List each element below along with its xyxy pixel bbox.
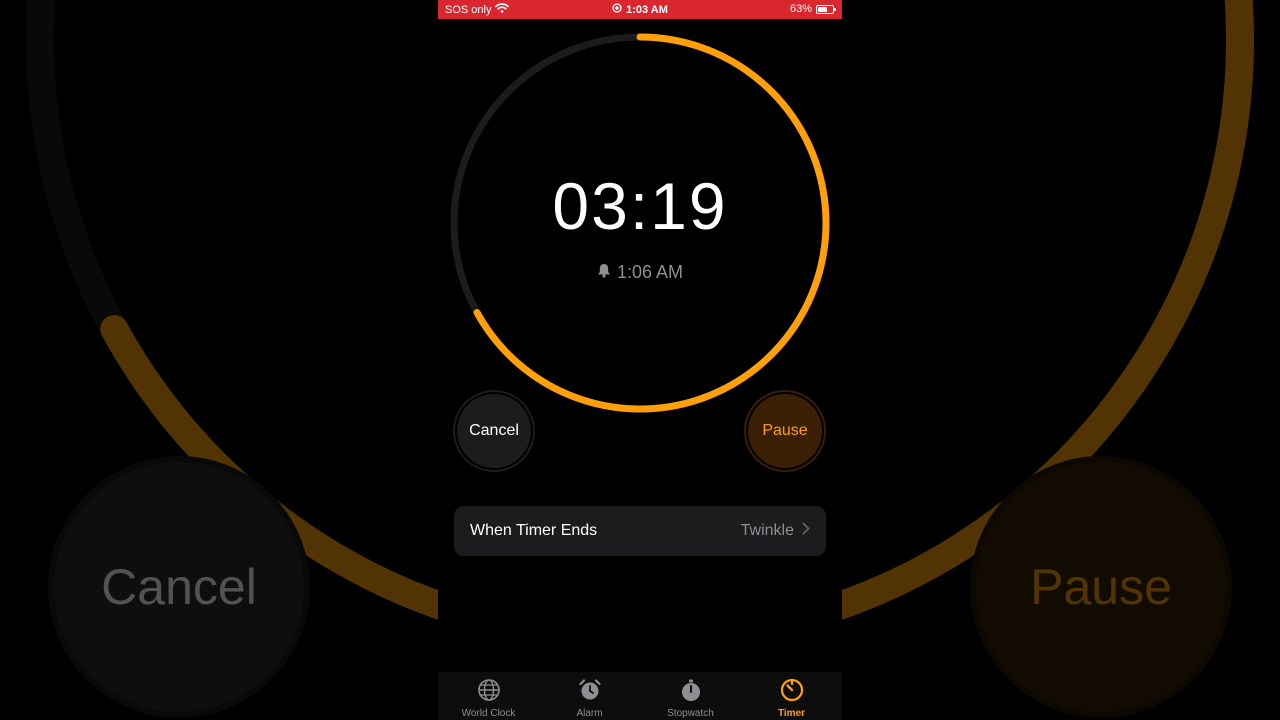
bell-icon [597,262,611,283]
alarm-clock-icon [578,678,602,705]
tab-world-clock[interactable]: World Clock [438,672,539,720]
background-cancel-label: Cancel [101,559,257,615]
tab-label: Stopwatch [667,708,714,719]
timer-end-time: 1:06 AM [438,262,842,283]
stopwatch-icon [679,678,703,705]
end-time-text: 1:06 AM [616,262,684,282]
tab-timer[interactable]: Timer [741,672,842,720]
tab-stopwatch[interactable]: Stopwatch [640,672,741,720]
tab-alarm[interactable]: Alarm [539,672,640,720]
tab-label: Timer [777,708,806,719]
tab-label: Alarm [576,708,603,719]
pause-button[interactable]: Pause [746,392,824,470]
tab-label: World Clock [461,708,516,719]
pause-label: Pause [762,422,808,439]
chevron-right-icon [802,522,810,540]
tab-bar: World Clock Alarm Stopwatch Timer [438,672,842,720]
background-pause-label: Pause [1030,559,1172,615]
globe-icon [477,678,501,705]
background-pause-button: Pause [976,462,1226,712]
phone-screen: SOS only 1:03 AM 63% 03:19 1:06 AM Cance… [438,0,842,720]
timer-countdown: 03:19 [552,169,728,243]
when-timer-ends-label: When Timer Ends [470,522,598,539]
when-timer-ends-value: Twinkle [740,522,794,539]
cancel-label: Cancel [469,422,519,439]
screen-recording-frame: Cancel Pause SOS only 1:03 AM 63% 03:19 … [0,0,1280,720]
when-timer-ends-row[interactable]: When Timer Ends Twinkle [454,506,826,556]
timer-icon [780,678,804,705]
cancel-button[interactable]: Cancel [455,392,533,470]
background-cancel-button: Cancel [54,462,304,712]
